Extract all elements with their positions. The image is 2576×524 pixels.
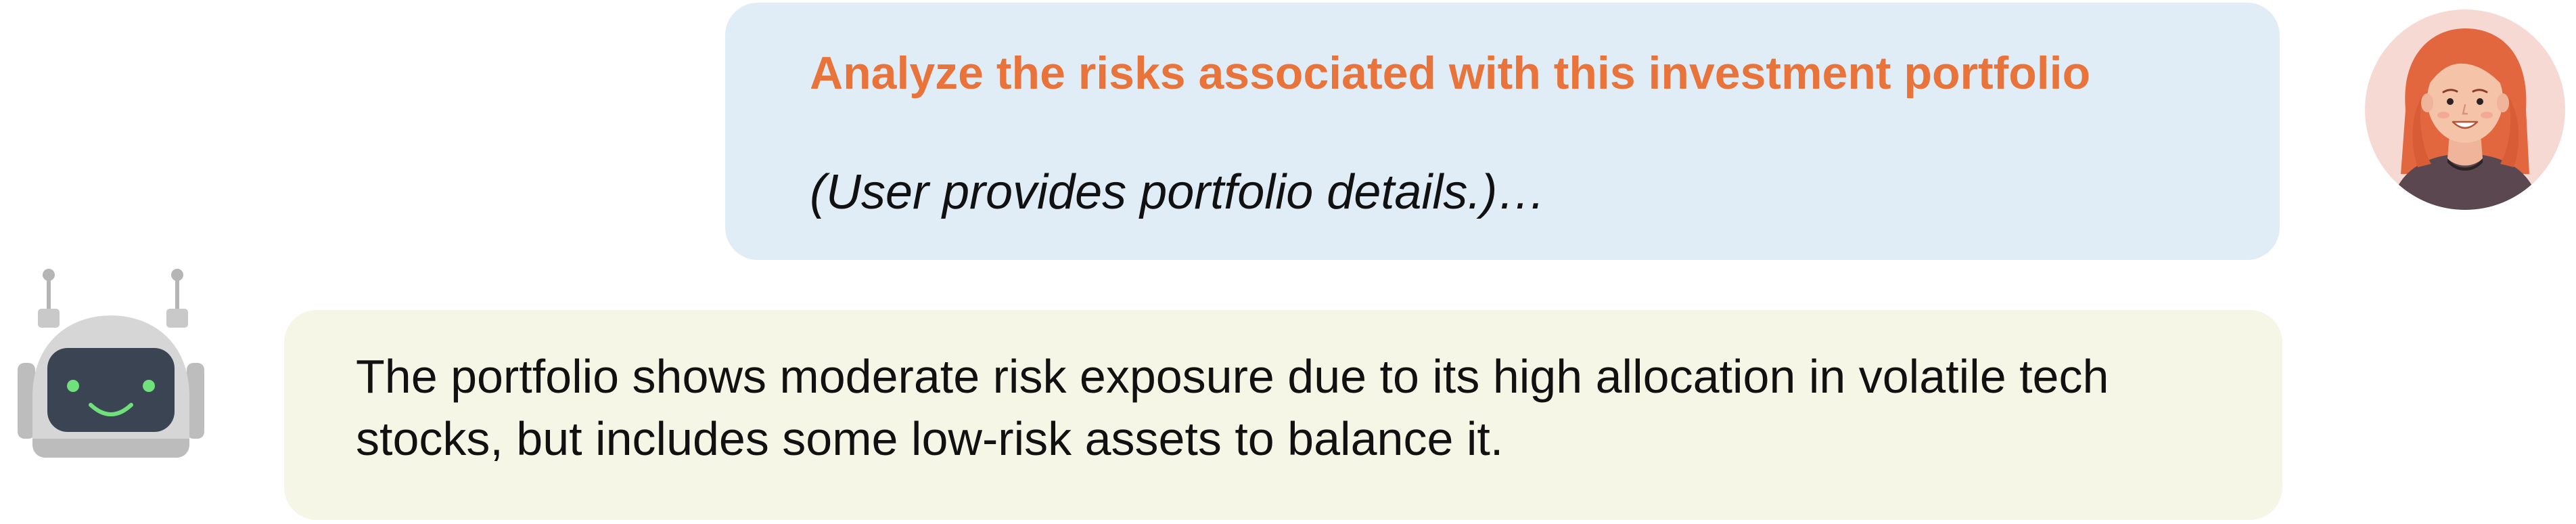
robot-avatar-icon	[15, 261, 207, 473]
user-message-title: Analyze the risks associated with this i…	[810, 47, 2091, 99]
assistant-message-bubble: The portfolio shows moderate risk exposu…	[284, 310, 2282, 520]
user-message-bubble: Analyze the risks associated with this i…	[725, 3, 2280, 260]
user-message-note: (User provides portfolio details.)…	[810, 165, 1546, 219]
assistant-message-text: The portfolio shows moderate risk exposu…	[356, 350, 2109, 465]
woman-avatar-icon	[2364, 8, 2567, 211]
